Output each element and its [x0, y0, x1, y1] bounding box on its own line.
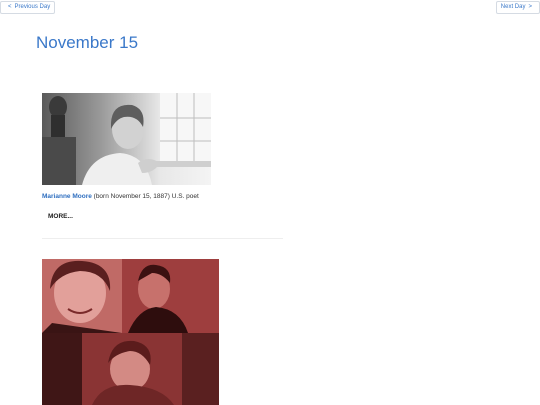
page-title: November 15 [36, 33, 139, 52]
marianne-moore-photo[interactable] [42, 93, 211, 185]
previous-day-button[interactable]: < Previous Day [0, 1, 56, 14]
entry-caption: Marianne Moore (born November 15, 1887) … [42, 193, 199, 200]
chevron-left-icon: < [8, 4, 12, 10]
collage-photo[interactable] [42, 259, 219, 405]
previous-day-label: Previous Day [14, 4, 51, 10]
marianne-moore-photo-illustration [42, 93, 211, 185]
next-day-button[interactable]: Next Day > [495, 1, 540, 14]
person-name-link[interactable]: Marianne Moore [42, 193, 92, 200]
next-day-label: Next Day [500, 4, 526, 10]
chevron-right-icon: > [528, 4, 532, 10]
person-description: (born November 15, 1887) U.S. poet [91, 193, 199, 200]
collage-photo-illustration [42, 259, 219, 405]
entry-divider [42, 238, 283, 239]
more-link[interactable]: MORE... [48, 213, 73, 220]
